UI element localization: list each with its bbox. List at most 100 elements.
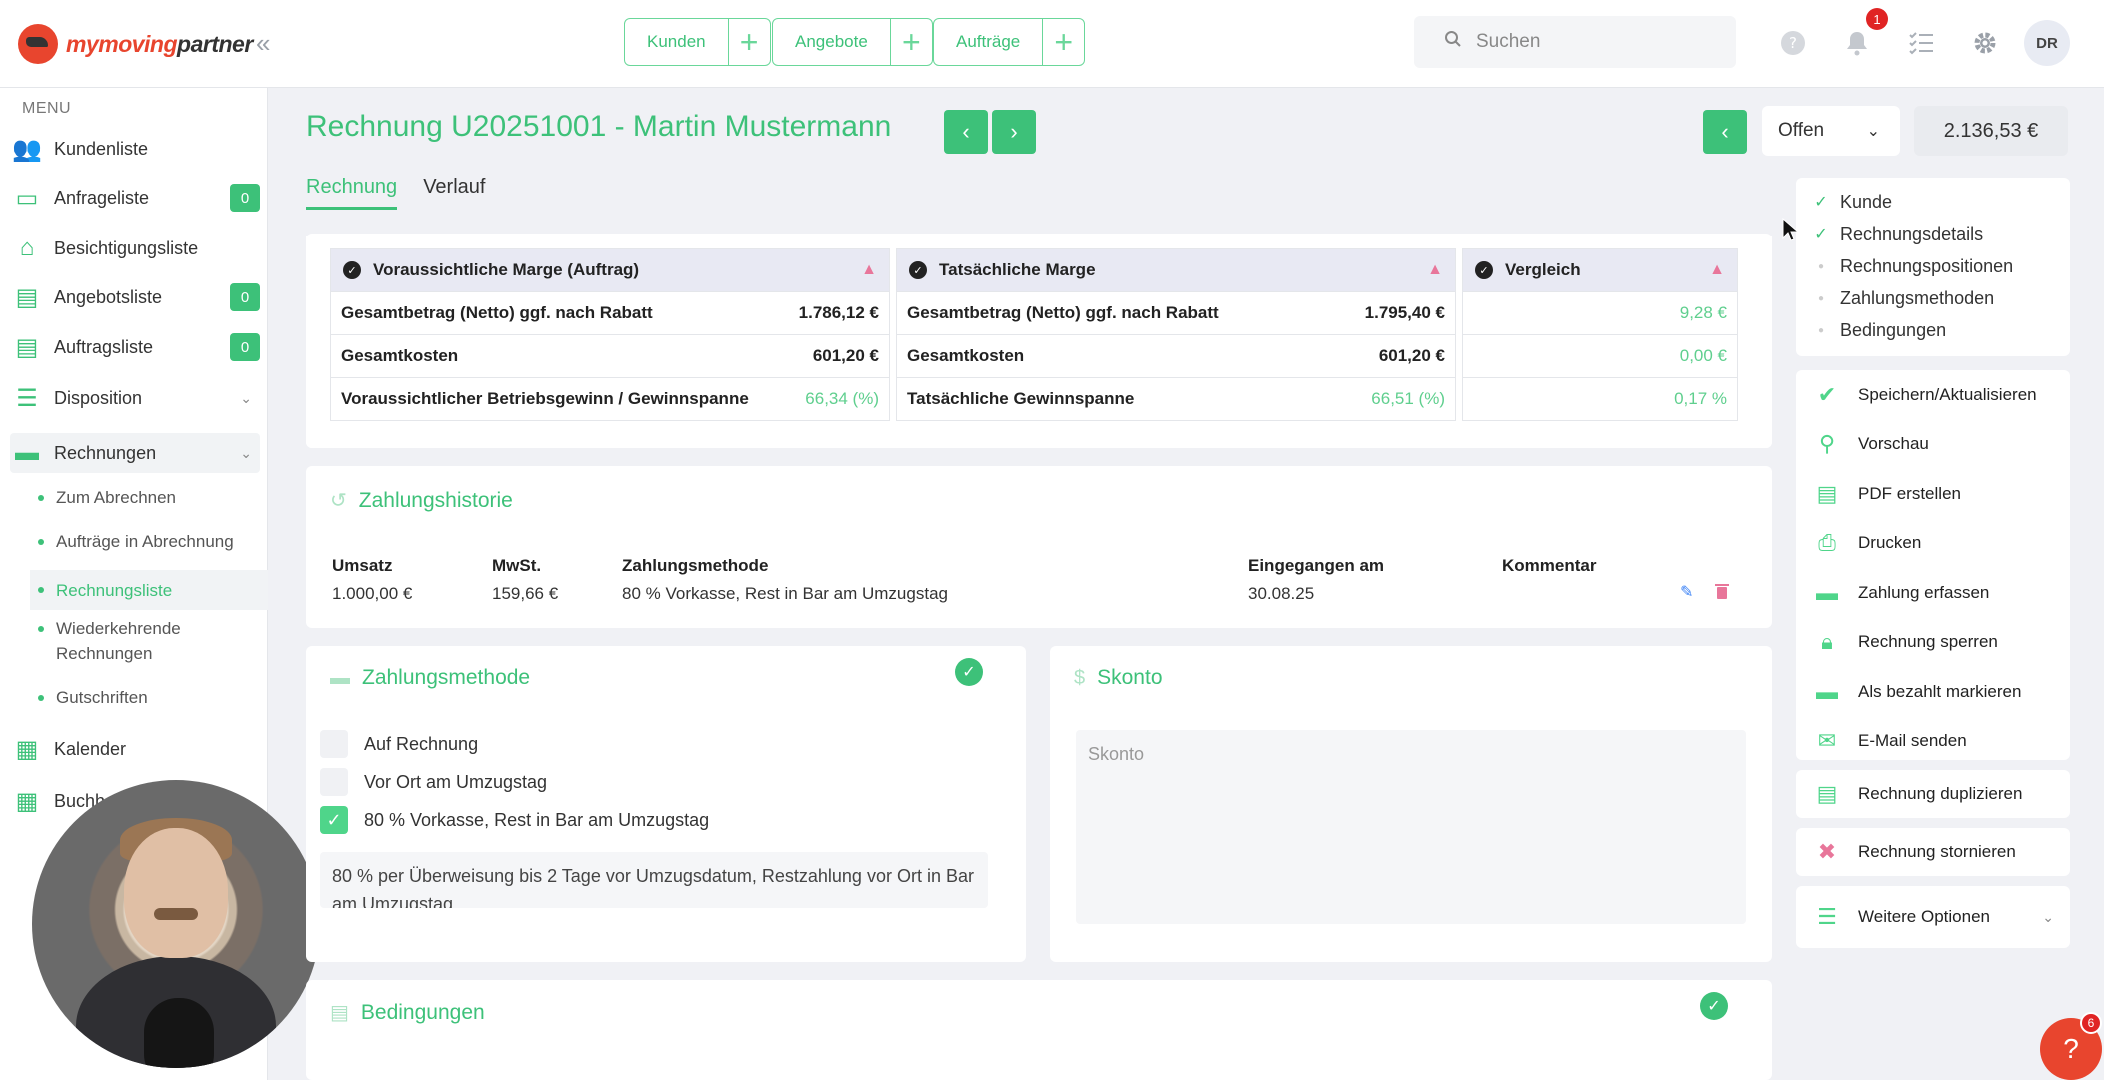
col-umsatz: Umsatz [332,556,393,575]
calculator-icon: ▦ [15,787,39,815]
add-kunde-icon[interactable]: + [727,19,770,65]
step-rechnungsdetails[interactable]: ✓ Rechnungsdetails [1796,218,2070,250]
col-mwst: MwSt. [492,556,542,575]
sidebar-sub-wiederkehrende-rechnungen[interactable]: Wiederkehrende Rechnungen [30,616,230,666]
checkbox-checked[interactable]: ✓ [320,806,348,834]
col-eingegangen: Eingegangen am [1248,556,1385,575]
checkbox[interactable] [320,730,348,758]
chevron-down-icon: ⌄ [2042,908,2054,925]
check-circle-icon: ✔ [1817,381,1837,407]
gear-icon[interactable] [1968,26,2002,60]
menu-icon: ☰ [1817,904,1837,929]
sidebar-item-disposition[interactable]: ☰ Disposition ⌄ [10,378,260,418]
edit-icon[interactable]: ✎ [1680,582,1693,602]
option-vor-ort[interactable]: Vor Ort am Umzugstag [320,768,547,796]
check-circle-icon: ✓ [343,261,361,279]
step-zahlungsmethoden[interactable]: ● Zahlungsmethoden [1796,282,2070,314]
back-button[interactable]: ‹ [1703,110,1747,154]
sidebar-item-besichtigungsliste[interactable]: ⌂ Besichtigungsliste [10,228,260,268]
gantt-icon: ☰ [16,384,38,412]
progress-steps: ✓ Kunde ✓ Rechnungsdetails ● Rechnungsposit… [1796,178,2070,356]
trash-icon[interactable] [1714,582,1730,605]
quick-auftraege-button[interactable]: Aufträge [934,32,1042,52]
checklist-icon[interactable] [1904,26,1938,60]
step-bedingungen[interactable]: ● Bedingungen [1796,314,2070,346]
col-zahlungsmethode: Zahlungsmethode [622,556,769,575]
cell-mwst: 159,66 € [492,584,559,603]
cash-check-icon: ▬ [1816,678,1838,704]
next-invoice-button[interactable]: › [992,110,1036,154]
conditions-card [306,980,1772,1080]
section-complete-icon: ✓ [955,658,983,686]
save-button[interactable]: ✔ Speichern/Aktualisieren [1796,370,2070,420]
invoice-total: 2.136,53 € [1914,106,2068,156]
section-complete-icon: ✓ [1700,992,1728,1020]
tab-rechnung[interactable]: Rechnung [306,176,398,210]
create-pdf-button[interactable]: ▤ PDF erstellen [1796,469,2070,519]
margin-actual-table: ✓ Tatsächliche Marge ▲ Gesamtbetrag (Netto… [896,248,1456,421]
step-rechnungspositionen[interactable]: ● Rechnungspositionen [1796,250,2070,282]
lock-icon: 🔒︎ [1821,629,1833,655]
bell-icon[interactable] [1840,26,1874,60]
money-icon: ▬ [330,666,350,689]
sidebar-sub-zum-abrechnen[interactable]: Zum Abrechnen [30,485,268,510]
quick-angebote: Angebote + [772,18,933,66]
collapse-sidebar-icon[interactable]: « [256,28,270,59]
envelope-icon: ✉ [1817,728,1837,754]
send-email-button[interactable]: ✉ E-Mail senden [1796,717,2070,767]
option-vorkasse[interactable]: ✓ 80 % Vorkasse, Rest in Bar am Umzugstag [320,806,709,834]
cancel-invoice-button[interactable]: ✖ Rechnung stornieren [1796,828,2070,876]
logo-icon [18,24,58,64]
print-button[interactable]: ⎙ Drucken [1796,519,2070,569]
checkbox[interactable] [320,768,348,796]
webcam-overlay [32,780,320,1068]
search-input[interactable]: Suchen [1414,16,1736,68]
sidebar-sub-rechnungsliste[interactable]: Rechnungsliste [30,570,268,610]
tab-bar: Rechnung Verlauf [306,176,485,210]
cell-zahlungsmethode: 80 % Vorkasse, Rest in Bar am Umzugstag [622,584,948,603]
sidebar-item-kalender[interactable]: ▦ Kalender [10,729,260,769]
quick-kunden: Kunden + [624,18,771,66]
payment-method-text[interactable]: 80 % per Überweisung bis 2 Tage vor Umzu… [320,852,988,908]
users-icon: 👥 [12,135,42,163]
status-select[interactable]: Offen ⌄ [1762,106,1900,156]
help-circle-icon[interactable]: ? [1776,26,1810,60]
cash-icon: ▬ [1816,579,1838,605]
sidebar-item-auftragsliste[interactable]: ▤ Auftragsliste 0 [10,327,260,367]
dot-icon: ● [1817,292,1825,304]
menu-heading: MENU [22,100,72,117]
prev-invoice-button[interactable]: ‹ [944,110,988,154]
cell-eingegangen: 30.08.25 [1248,584,1315,603]
quick-kunden-button[interactable]: Kunden [625,32,728,52]
user-avatar[interactable]: DR [2024,20,2070,66]
option-auf-rechnung[interactable]: Auf Rechnung [320,730,478,758]
lock-invoice-button[interactable]: 🔒︎ Rechnung sperren [1796,618,2070,668]
app-logo[interactable]: mymovingpartner [18,22,253,66]
record-payment-button[interactable]: ▬ Zahlung erfassen [1796,568,2070,618]
preview-button[interactable]: ⚲ Vorschau [1796,420,2070,470]
receipt-icon: ▤ [1816,781,1838,806]
margin-compare-table: ✓ Vergleich ▲ 9,28 € 0,00 € 0,17 % [1462,248,1738,421]
add-auftrag-icon[interactable]: + [1042,19,1084,65]
warning-icon: ▲ [1427,261,1443,278]
tab-verlauf[interactable]: Verlauf [423,176,485,210]
add-angebot-icon[interactable]: + [889,19,932,65]
sidebar-item-kundenliste[interactable]: 👥 Kundenliste [10,129,260,169]
sidebar-item-rechnungen[interactable]: ▬ Rechnungen ⌄ [10,433,260,473]
sidebar-item-angebotsliste[interactable]: ▤ Angebotsliste 0 [10,277,260,317]
sidebar-item-anfrageliste[interactable]: ▭ Anfrageliste 0 [10,178,260,218]
mark-paid-button[interactable]: ▬ Als bezahlt markieren [1796,667,2070,717]
step-kunde[interactable]: ✓ Kunde [1796,186,2070,218]
warning-icon: ▲ [861,261,877,278]
cell-umsatz: 1.000,00 € [332,584,413,603]
cancel-document-icon: ✖ [1817,839,1837,864]
quick-angebote-button[interactable]: Angebote [773,32,890,52]
search-placeholder: Suchen [1476,31,1541,52]
sidebar-sub-auftraege-in-abrechnung[interactable]: Aufträge in Abrechnung [30,529,268,554]
chevron-down-icon: ⌄ [240,444,252,461]
more-options-button[interactable]: ☰ Weitere Optionen ⌄ [1796,886,2070,948]
duplicate-invoice-button[interactable]: ▤ Rechnung duplizieren [1796,770,2070,818]
skonto-input[interactable]: Skonto [1076,730,1746,924]
sidebar-sub-gutschriften[interactable]: Gutschriften [30,685,268,710]
payment-history-title: ↺ Zahlungshistorie [330,488,513,513]
